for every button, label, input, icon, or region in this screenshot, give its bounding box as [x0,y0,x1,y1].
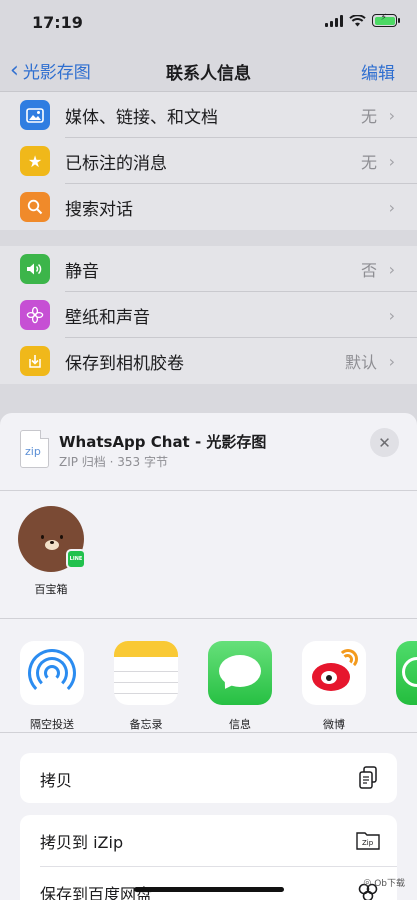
share-sheet: zip WhatsApp Chat - 光影存图 ZIP 归档 · 353 字节… [0,413,417,900]
chevron-right-icon: › [388,305,395,325]
settings-group-2: 静音 否 › 壁纸和声音 › 保存到相机胶卷 默认 › [0,246,417,384]
close-button[interactable]: ✕ [370,428,399,457]
chevron-right-icon: › [388,259,395,279]
list-item-label: 保存到相机胶卷 [65,353,184,374]
list-item-starred[interactable]: ★ 已标注的消息 无 › [0,138,417,184]
izip-folder-icon: Zip [355,827,381,853]
action-label: 拷贝到 iZip [40,833,124,852]
zip-file-icon: zip [20,430,49,468]
copy-to-izip-action[interactable]: 拷贝到 iZip Zip [20,815,397,867]
whatsapp-icon [396,641,417,705]
notes-icon [114,641,178,705]
flower-icon [20,300,50,330]
watermark-text: Ob下载 [374,879,405,889]
file-icon-label: zip [25,445,41,458]
messages-icon [208,641,272,705]
search-icon [20,192,50,222]
chevron-right-icon: › [388,351,395,371]
file-subtitle: ZIP 归档 · 353 字节 [59,455,168,469]
contact-suggestion[interactable]: LINE 百宝箱 [18,506,88,596]
list-item-label: 静音 [65,261,99,282]
app-label: 隔空投送 [30,718,74,731]
wifi-icon [349,14,366,26]
izip-icon-text: Zip [362,839,374,847]
star-icon: ★ [20,146,50,176]
download-icon [20,346,50,376]
copy-action[interactable]: 拷贝 [20,753,397,803]
app-messages[interactable]: 信息 [208,641,274,731]
settings-group-1: 媒体、链接、和文档 无 › ★ 已标注的消息 无 › 搜索对话 › [0,92,417,230]
battery-charging-icon [372,13,400,27]
wechat-icon: ◎ [363,877,372,888]
app-label: 微博 [323,718,345,731]
list-item-wallpaper[interactable]: 壁纸和声音 › [0,292,417,338]
status-icons [325,13,400,27]
suggested-contacts-row: LINE 百宝箱 [0,491,417,619]
list-item-search[interactable]: 搜索对话 › [0,184,417,230]
save-to-baidu-action[interactable]: 保存到百度网盘 [20,867,397,900]
app-weibo[interactable]: 微博 [302,641,368,731]
action-label: 拷贝 [40,771,73,790]
chevron-right-icon: › [388,105,395,125]
speaker-icon [20,254,50,284]
weibo-icon [302,641,366,705]
list-item-label: 壁纸和声音 [65,307,150,328]
airdrop-icon [20,641,84,705]
app-label: 备忘录 [129,718,163,731]
close-icon: ✕ [378,433,391,452]
photo-icon [20,100,50,130]
file-title: WhatsApp Chat - 光影存图 [59,433,267,451]
app-airdrop[interactable]: 隔空投送 [20,641,86,731]
watermark: ◎ Ob下载 [363,876,405,890]
status-time: 17:19 [32,13,83,32]
edit-button[interactable]: 编辑 [361,59,395,84]
status-bar: 17:19 [0,0,417,44]
list-item-mute[interactable]: 静音 否 › [0,246,417,292]
list-item-media[interactable]: 媒体、链接、和文档 无 › [0,92,417,138]
cellular-signal-icon [325,14,343,27]
app-notes[interactable]: 备忘录 [114,641,180,731]
list-item-value: 默认 [344,353,377,372]
list-item-value: 无 [360,153,377,172]
home-indicator [134,887,284,892]
chevron-right-icon: › [388,197,395,217]
list-item-save-camera-roll[interactable]: 保存到相机胶卷 默认 › [0,338,417,384]
list-item-value: 无 [360,107,377,126]
contact-name: 百宝箱 [34,583,68,596]
copy-icon [355,765,381,791]
list-item-label: 搜索对话 [65,199,133,220]
app-partial-next[interactable] [396,641,417,705]
brown-bear-avatar-icon [35,526,69,556]
share-apps-row: 隔空投送 备忘录 信息 微博 [0,619,417,733]
list-item-value: 否 [360,261,377,280]
app-label: 信息 [229,718,251,731]
share-sheet-header: zip WhatsApp Chat - 光影存图 ZIP 归档 · 353 字节… [0,413,417,491]
list-item-label: 已标注的消息 [65,153,167,174]
page-title: 联系人信息 [166,64,251,84]
line-app-badge: LINE [66,549,86,569]
navigation-bar: ‹ 光影存图 联系人信息 编辑 [0,48,417,92]
chevron-right-icon: › [388,151,395,171]
list-item-label: 媒体、链接、和文档 [65,107,218,128]
